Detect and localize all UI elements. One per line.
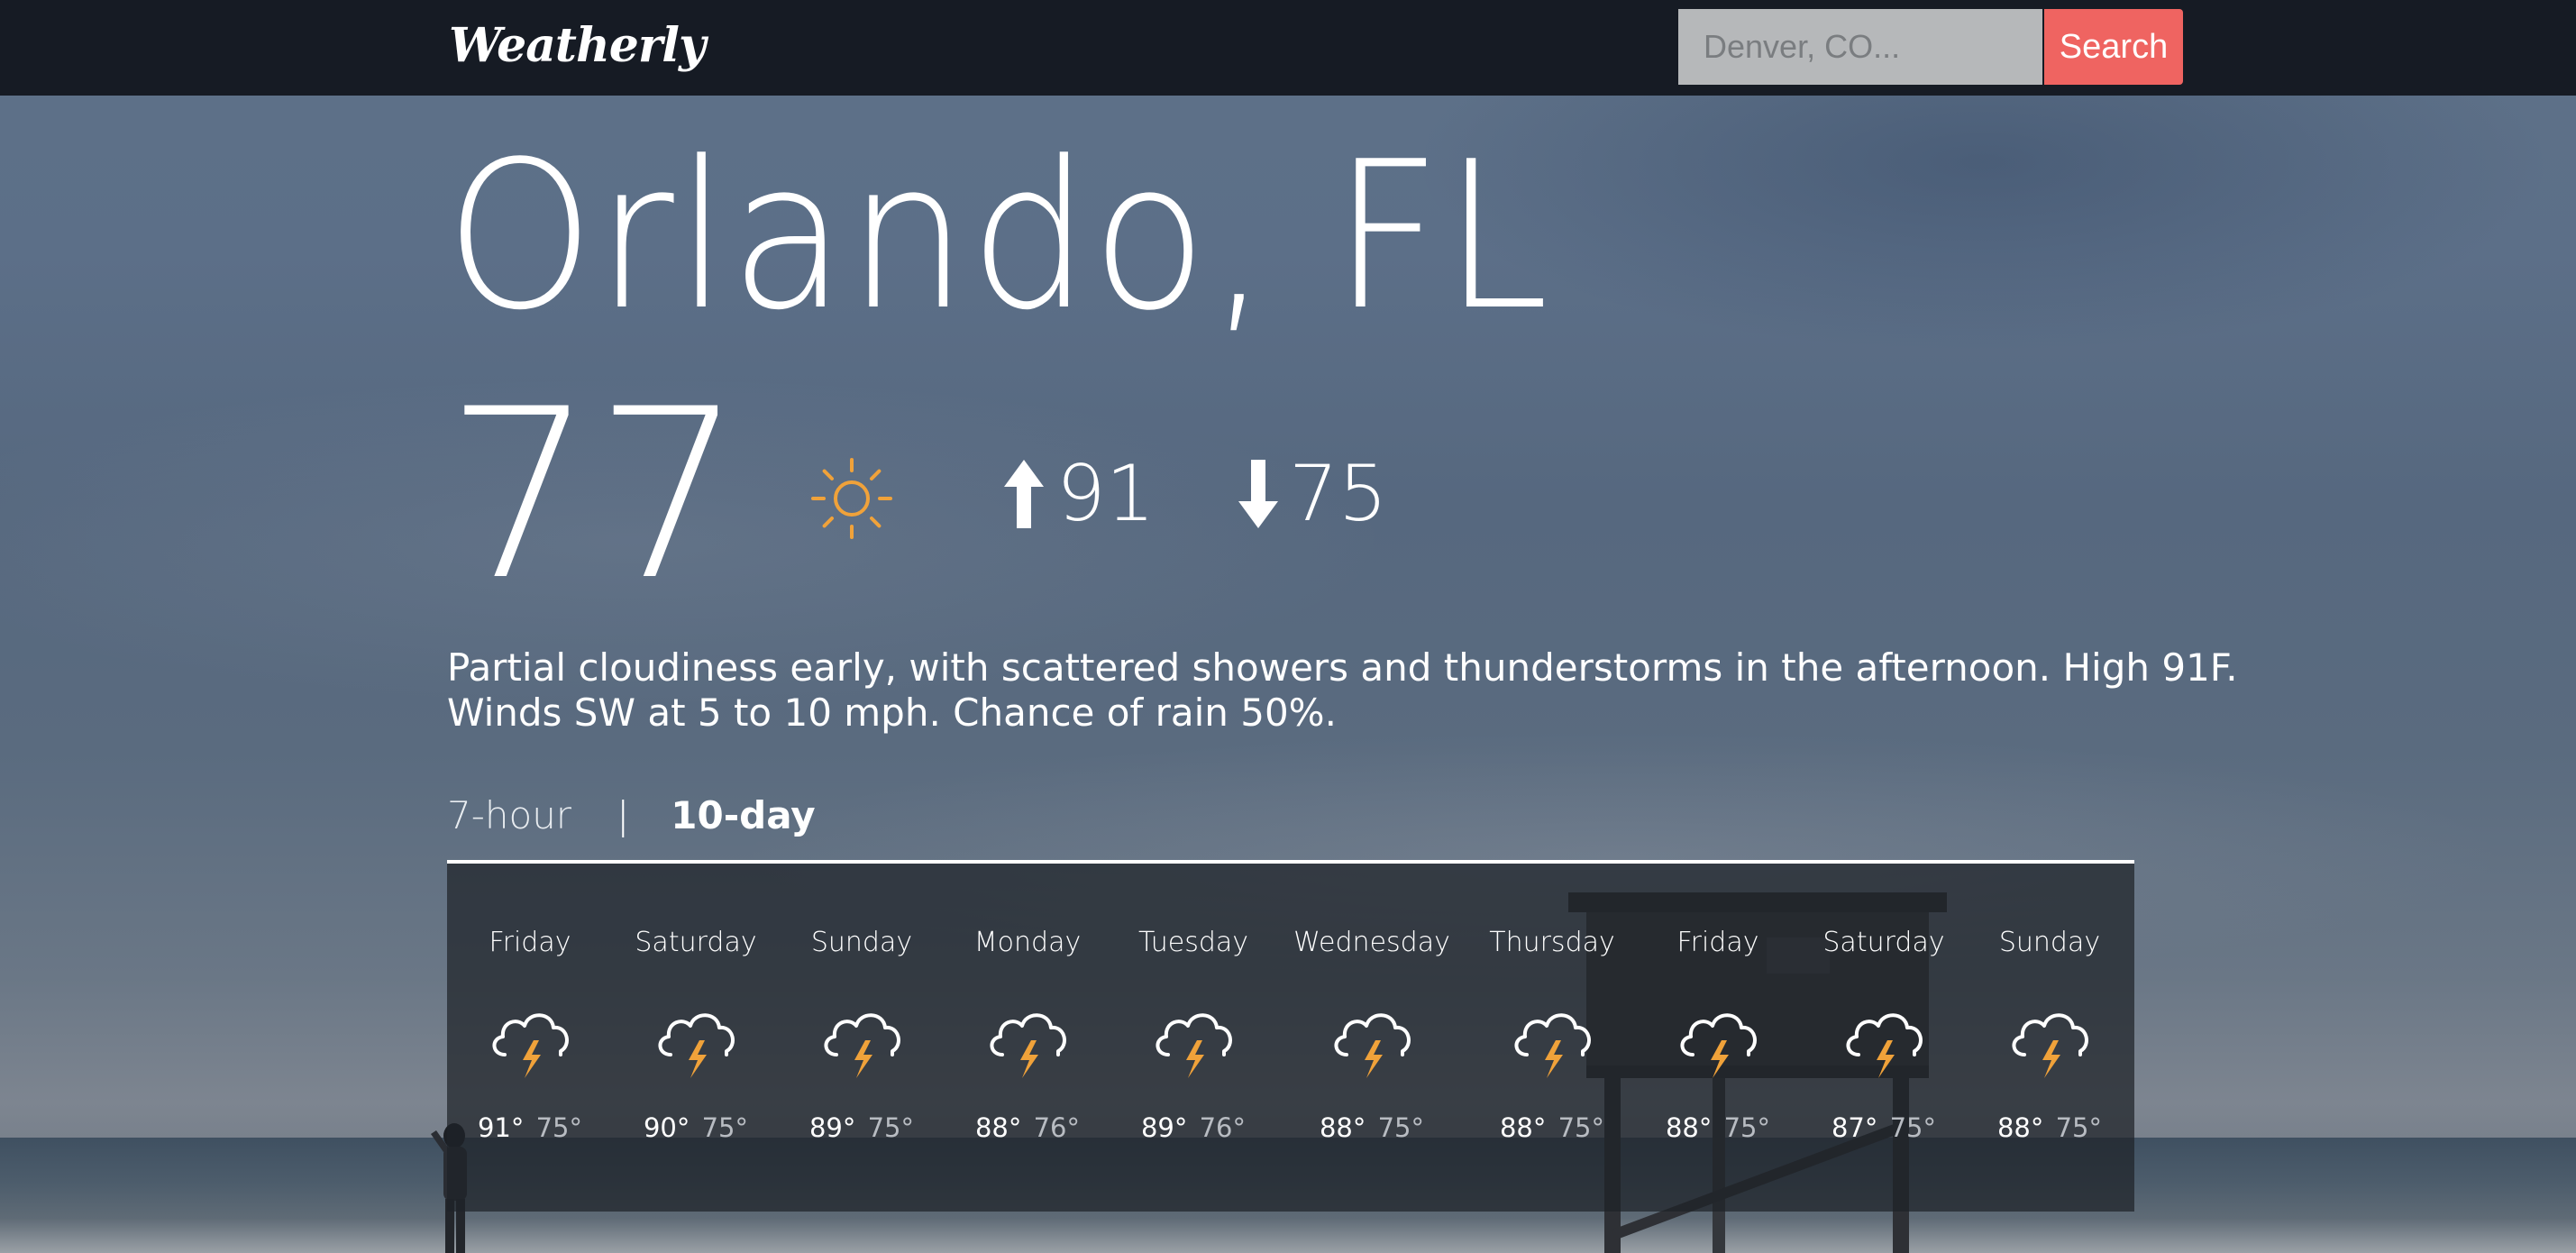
forecast-day-name: Saturday: [635, 927, 757, 958]
forecast-low: 75°: [867, 1112, 915, 1143]
forecast-day: Tuesday 89° 76°: [1110, 864, 1276, 1212]
forecast-high: 87°: [1831, 1112, 1878, 1143]
forecast-temps: 88° 75°: [1289, 1112, 1455, 1143]
forecast-day-name: Sunday: [1998, 927, 2101, 958]
forecast-day: Friday 88° 75°: [1635, 864, 1801, 1212]
forecast-temps: 89° 75°: [779, 1112, 945, 1143]
forecast-day-name: Tuesday: [1137, 927, 1249, 958]
thunderstorm-icon: [1839, 992, 1929, 1082]
thunderstorm-icon: [982, 992, 1073, 1082]
forecast-day-name: Thursday: [1489, 927, 1615, 958]
forecast-day: Friday 91° 75°: [447, 864, 613, 1212]
forecast-high: 88°: [1319, 1112, 1366, 1143]
forecast-day-name: Friday: [489, 927, 571, 958]
thunderstorm-icon: [817, 992, 907, 1082]
city-title: Orlando, FL: [445, 118, 1551, 355]
current-temperature: 77: [445, 360, 744, 632]
thunderstorm-icon: [1327, 992, 1417, 1082]
forecast-temps: 88° 75°: [1967, 1112, 2133, 1143]
forecast-panel: Friday 91° 75° Saturday 90° 75° Sunday 8…: [447, 864, 2134, 1212]
forecast-temps: 88° 75°: [1469, 1112, 1635, 1143]
tab-10-day[interactable]: 10-day: [671, 793, 815, 837]
forecast-day: Monday 88° 76°: [945, 864, 1110, 1212]
forecast-high: 88°: [1665, 1112, 1713, 1143]
forecast-low: 75°: [1377, 1112, 1425, 1143]
thunderstorm-icon: [1148, 992, 1238, 1082]
forecast-low: 75°: [2055, 1112, 2103, 1143]
thunderstorm-icon: [2005, 992, 2095, 1082]
forecast-high: 90°: [643, 1112, 690, 1143]
forecast-day: Sunday 88° 75°: [1967, 864, 2133, 1212]
forecast-low: 75°: [1889, 1112, 1937, 1143]
forecast-tabs: 7-hour | 10-day: [447, 793, 816, 837]
forecast-high: 88°: [974, 1112, 1022, 1143]
forecast-high: 89°: [808, 1112, 856, 1143]
forecast-temps: 88° 76°: [945, 1112, 1110, 1143]
arrow-down-icon: [1238, 460, 1278, 528]
forecast-low: 76°: [1033, 1112, 1081, 1143]
search-button[interactable]: Search: [2044, 9, 2183, 85]
forecast-day-name: Monday: [973, 927, 1082, 958]
thunderstorm-icon: [651, 992, 741, 1082]
forecast-low: 75°: [701, 1112, 749, 1143]
thunderstorm-icon: [1507, 992, 1597, 1082]
arrow-up-icon: [1004, 460, 1044, 528]
forecast-day: Saturday 87° 75°: [1801, 864, 1967, 1212]
tab-7-hour[interactable]: 7-hour: [447, 793, 571, 837]
tab-separator: |: [617, 793, 630, 837]
forecast-day-name: Friday: [1676, 927, 1759, 958]
forecast-temps: 88° 75°: [1635, 1112, 1801, 1143]
weather-summary: Partial cloudiness early, with scattered…: [447, 645, 2238, 735]
forecast-high: 88°: [1499, 1112, 1547, 1143]
forecast-low: 75°: [1723, 1112, 1771, 1143]
forecast-day-name: Wednesday: [1293, 927, 1450, 958]
forecast-temps: 89° 76°: [1110, 1112, 1276, 1143]
low-temperature: 75: [1289, 449, 1388, 539]
forecast-high: 89°: [1140, 1112, 1188, 1143]
forecast-day: Saturday 90° 75°: [613, 864, 779, 1212]
forecast-day-name: Saturday: [1822, 927, 1945, 958]
forecast-low: 76°: [1199, 1112, 1247, 1143]
forecast-high: 88°: [1996, 1112, 2044, 1143]
forecast-temps: 90° 75°: [613, 1112, 779, 1143]
high-temperature: 91: [1056, 449, 1156, 539]
forecast-day: Sunday 89° 75°: [779, 864, 945, 1212]
forecast-high: 91°: [477, 1112, 525, 1143]
thunderstorm-icon: [1673, 992, 1763, 1082]
thunderstorm-icon: [485, 992, 575, 1082]
navbar: Weatherly Search: [0, 0, 2576, 96]
forecast-day: Thursday 88° 75°: [1469, 864, 1635, 1212]
app-logo[interactable]: Weatherly: [449, 18, 706, 73]
forecast-temps: 87° 75°: [1801, 1112, 1967, 1143]
search-input[interactable]: [1678, 9, 2042, 85]
forecast-low: 75°: [1557, 1112, 1605, 1143]
forecast-day: Wednesday 88° 75°: [1289, 864, 1455, 1212]
sun-icon: [811, 458, 892, 539]
forecast-low: 75°: [535, 1112, 583, 1143]
forecast-day-name: Sunday: [810, 927, 913, 958]
forecast-temps: 91° 75°: [447, 1112, 613, 1143]
